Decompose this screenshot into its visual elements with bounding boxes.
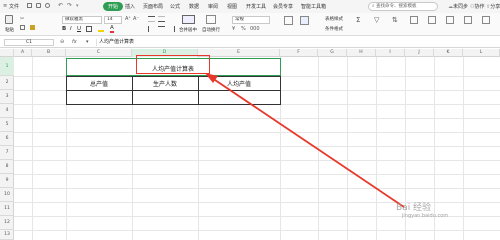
tab-smart-toolbox[interactable]: 智能工具箱 — [301, 3, 326, 10]
conditional-format-icon[interactable] — [300, 16, 309, 25]
chevron-down-icon[interactable]: ▾ — [76, 3, 79, 9]
search-placeholder: 查找命令、搜索模板 — [375, 4, 417, 9]
currency-icon[interactable]: ¥ — [232, 26, 235, 32]
annotation-arrow-line — [211, 77, 405, 208]
cut-icon[interactable]: ✂ — [20, 16, 24, 22]
print-icon[interactable] — [36, 3, 41, 8]
undo-icon[interactable]: ↶ — [58, 2, 63, 9]
font-color-icon[interactable]: A — [110, 25, 114, 33]
number-format-select[interactable]: 常规 — [232, 16, 270, 24]
save-icon[interactable] — [27, 3, 32, 8]
tab-page-layout[interactable]: 页面布局 — [143, 3, 163, 10]
spreadsheet-window: { "menubar": { "file": "文件", "tabs": ["开… — [0, 0, 500, 240]
sync-status-label: 未同步 — [453, 4, 469, 10]
font-size-select[interactable]: 14 — [104, 16, 122, 24]
increase-font-icon[interactable]: A⁺ — [125, 16, 131, 22]
search-input[interactable]: ⌕ 查找命令、搜索模板 — [368, 2, 438, 11]
sync-status[interactable]: ☁未同步 — [448, 3, 468, 10]
type-convert-icon[interactable] — [284, 16, 293, 25]
fill-color-icon[interactable] — [98, 26, 104, 32]
paste-icon[interactable] — [5, 15, 13, 24]
formula-dropdown-icon[interactable]: ▾ — [86, 39, 89, 45]
align-right-icon[interactable] — [168, 26, 175, 32]
watermark-url: jingyan.baidu.com — [402, 213, 449, 219]
menu-bar: ≡ 文件 ↶ ↷ ▾ 开始 插入 页面布局 公式 数据 审阅 视图 开发工具 会… — [0, 0, 500, 13]
border-icon[interactable] — [86, 26, 92, 32]
ribbon-toolbar: 粘贴 ✂ 微软雅黑 14 A⁺ A⁻ B I U A 合并居中 自动换行 常规 … — [0, 13, 500, 36]
table-style-button[interactable]: 表格样式 — [325, 16, 343, 22]
tab-data[interactable]: 数据 — [189, 3, 199, 10]
tab-formulas[interactable]: 公式 — [170, 3, 180, 10]
collaborate-button[interactable]: ⚇协作 — [470, 3, 485, 10]
worksheet-icon[interactable] — [464, 16, 472, 24]
align-middle-icon[interactable] — [158, 16, 165, 22]
tab-developer[interactable]: 开发工具 — [246, 3, 266, 10]
format-painter-icon[interactable] — [30, 25, 35, 30]
tab-member[interactable]: 会员专享 — [273, 3, 293, 10]
app-menu-icon[interactable]: ≡ — [3, 3, 7, 9]
percent-icon[interactable]: % — [241, 26, 246, 32]
watermark-logo: Bai 经验 — [396, 203, 432, 213]
conditional-format-button[interactable]: 条件格式 — [325, 26, 343, 32]
sort-icon[interactable]: ⇅ — [392, 16, 398, 24]
thousands-icon[interactable]: 000 — [250, 26, 260, 32]
cell-format-icon[interactable] — [428, 16, 436, 24]
freeze-icon[interactable] — [482, 16, 490, 24]
sum-icon[interactable]: Σ — [356, 16, 360, 24]
font-name-select[interactable]: 微软雅黑 — [62, 16, 102, 24]
preview-icon[interactable] — [45, 3, 50, 8]
tab-home[interactable]: 开始 — [103, 2, 124, 11]
zoom-formula-icon[interactable]: ⊖ — [60, 39, 64, 45]
align-left-icon[interactable] — [148, 26, 155, 32]
underline-icon[interactable]: U — [77, 26, 81, 32]
merge-center-button[interactable]: 合并居中 — [179, 27, 197, 33]
align-top-icon[interactable] — [148, 16, 155, 22]
bold-icon[interactable]: B — [62, 26, 66, 32]
name-box[interactable]: C1 — [4, 39, 54, 46]
formula-input[interactable]: 人均产值计算表 — [96, 39, 496, 46]
redo-icon[interactable]: ↷ — [67, 2, 72, 9]
function-icon[interactable]: fx — [72, 39, 77, 45]
row-col-icon[interactable] — [446, 16, 454, 24]
copy-icon[interactable] — [20, 25, 25, 30]
sheet-grid[interactable]: A B C D E F G H I J K L 1 2 3 4 5 6 7 8 … — [0, 49, 500, 240]
filter-icon[interactable]: ▽ — [374, 16, 379, 24]
wrap-text-button[interactable]: 自动换行 — [202, 27, 220, 33]
collaborate-label: 协作 — [474, 4, 485, 10]
share-button[interactable]: ⇪分享 — [486, 3, 500, 10]
formula-bar: C1 ⊖ fx ▾ 人均产值计算表 — [0, 37, 500, 48]
tab-view[interactable]: 视图 — [227, 3, 237, 10]
decrease-font-icon[interactable]: A⁻ — [133, 16, 139, 22]
share-label: 分享 — [490, 4, 500, 10]
align-center-icon[interactable] — [158, 26, 165, 32]
tab-insert[interactable]: 插入 — [125, 3, 135, 10]
fill-icon[interactable] — [410, 16, 418, 24]
paste-button-label[interactable]: 粘贴 — [5, 27, 14, 33]
merge-center-icon[interactable] — [182, 15, 195, 24]
italic-icon[interactable]: I — [70, 26, 72, 32]
wrap-text-icon[interactable] — [206, 15, 216, 24]
file-menu[interactable]: 文件 — [9, 3, 19, 10]
tab-review[interactable]: 审阅 — [208, 3, 218, 10]
